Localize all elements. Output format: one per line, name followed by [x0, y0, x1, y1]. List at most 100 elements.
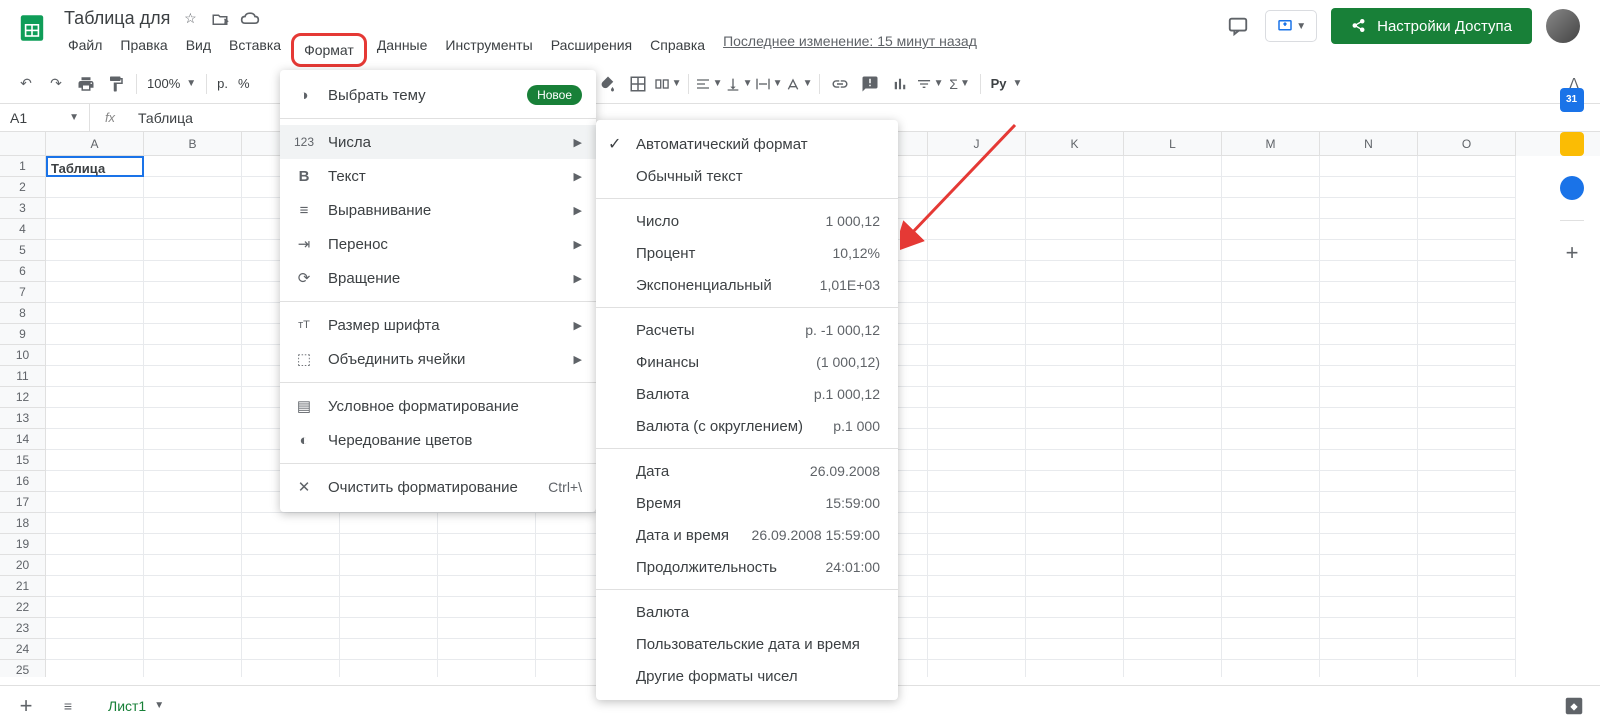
currency-format-button[interactable]: р. — [213, 76, 232, 91]
last-edit-link[interactable]: Последнее изменение: 15 минут назад — [723, 33, 977, 67]
cell[interactable] — [144, 450, 242, 471]
cell[interactable] — [1320, 198, 1418, 219]
cell[interactable] — [1222, 177, 1320, 198]
explore-icon[interactable] — [1560, 692, 1588, 720]
cell[interactable] — [1222, 429, 1320, 450]
cell[interactable] — [1418, 492, 1516, 513]
row-header[interactable]: 5 — [0, 240, 46, 261]
input-tools[interactable]: Ру▼ — [987, 76, 1027, 91]
cell[interactable] — [144, 177, 242, 198]
cell[interactable] — [438, 639, 536, 660]
cell[interactable] — [1026, 261, 1124, 282]
cell[interactable] — [1026, 219, 1124, 240]
row-header[interactable]: 15 — [0, 450, 46, 471]
cell[interactable] — [46, 240, 144, 261]
calendar-app-icon[interactable]: 31 — [1560, 88, 1584, 112]
cell[interactable] — [1124, 492, 1222, 513]
cell[interactable] — [46, 177, 144, 198]
cell[interactable] — [1320, 597, 1418, 618]
cell[interactable] — [1026, 492, 1124, 513]
row-header[interactable]: 25 — [0, 660, 46, 677]
keep-app-icon[interactable] — [1560, 132, 1584, 156]
cell[interactable] — [928, 324, 1026, 345]
cell[interactable] — [1418, 303, 1516, 324]
cell[interactable] — [928, 303, 1026, 324]
cell[interactable] — [1418, 576, 1516, 597]
cell[interactable] — [1418, 429, 1516, 450]
nm-accounting[interactable]: Расчетыр. -1 000,12 — [596, 314, 898, 346]
cell[interactable] — [1124, 387, 1222, 408]
cell[interactable] — [928, 597, 1026, 618]
paint-format-icon[interactable] — [102, 70, 130, 98]
nm-more-currency[interactable]: Валюта — [596, 596, 898, 628]
cell[interactable] — [1320, 240, 1418, 261]
cell[interactable] — [1320, 408, 1418, 429]
cell[interactable] — [928, 555, 1026, 576]
cell[interactable] — [1124, 408, 1222, 429]
row-header[interactable]: 2 — [0, 177, 46, 198]
cell[interactable] — [46, 198, 144, 219]
row-header[interactable]: 18 — [0, 513, 46, 534]
row-header[interactable]: 8 — [0, 303, 46, 324]
cell[interactable] — [144, 324, 242, 345]
col-header[interactable]: O — [1418, 132, 1516, 156]
share-button[interactable]: Настройки Доступа — [1331, 8, 1532, 44]
nm-percent[interactable]: Процент10,12% — [596, 237, 898, 269]
cell[interactable] — [1026, 618, 1124, 639]
cell[interactable] — [1418, 198, 1516, 219]
cell[interactable] — [928, 450, 1026, 471]
cell[interactable] — [1222, 492, 1320, 513]
cell[interactable] — [46, 429, 144, 450]
cell[interactable] — [1222, 597, 1320, 618]
cell[interactable] — [144, 639, 242, 660]
cell[interactable] — [1222, 240, 1320, 261]
cell[interactable] — [1418, 471, 1516, 492]
menu-item-alternating[interactable]: ◐Чередование цветов — [280, 423, 596, 457]
cell[interactable] — [928, 513, 1026, 534]
cell[interactable] — [1320, 219, 1418, 240]
cell[interactable] — [1222, 534, 1320, 555]
menu-extensions[interactable]: Расширения — [543, 33, 640, 67]
cell[interactable] — [1124, 429, 1222, 450]
cell[interactable] — [340, 534, 438, 555]
cell[interactable] — [1222, 471, 1320, 492]
cell[interactable] — [144, 492, 242, 513]
cell[interactable] — [144, 156, 242, 177]
sheets-logo[interactable] — [12, 8, 52, 48]
cell[interactable] — [1124, 156, 1222, 177]
cell[interactable] — [340, 618, 438, 639]
cell[interactable] — [1418, 324, 1516, 345]
cell[interactable] — [242, 534, 340, 555]
cell[interactable] — [46, 450, 144, 471]
cell[interactable] — [242, 660, 340, 677]
menu-item-text[interactable]: BТекст▶ — [280, 159, 596, 193]
cell[interactable] — [1124, 576, 1222, 597]
cell[interactable] — [46, 303, 144, 324]
col-header[interactable]: L — [1124, 132, 1222, 156]
cell[interactable] — [928, 576, 1026, 597]
cell[interactable] — [46, 492, 144, 513]
cell[interactable] — [438, 555, 536, 576]
row-header[interactable]: 3 — [0, 198, 46, 219]
print-icon[interactable] — [72, 70, 100, 98]
cell[interactable] — [928, 198, 1026, 219]
cell[interactable] — [340, 513, 438, 534]
cell[interactable] — [928, 618, 1026, 639]
cell[interactable] — [242, 618, 340, 639]
cell[interactable] — [1320, 303, 1418, 324]
menu-file[interactable]: Файл — [60, 33, 110, 67]
cell[interactable] — [1222, 366, 1320, 387]
row-header[interactable]: 11 — [0, 366, 46, 387]
menu-item-wrapping[interactable]: ⇥Перенос▶ — [280, 227, 596, 261]
cell[interactable] — [144, 618, 242, 639]
cell[interactable] — [1320, 639, 1418, 660]
cell[interactable] — [438, 660, 536, 677]
cell[interactable] — [46, 513, 144, 534]
nm-datetime[interactable]: Дата и время26.09.2008 15:59:00 — [596, 519, 898, 551]
add-sheet-icon[interactable]: + — [12, 692, 40, 720]
cell[interactable] — [1222, 450, 1320, 471]
cell[interactable] — [1418, 156, 1516, 177]
menu-help[interactable]: Справка — [642, 33, 713, 67]
cell[interactable] — [1124, 219, 1222, 240]
cell[interactable] — [1222, 282, 1320, 303]
